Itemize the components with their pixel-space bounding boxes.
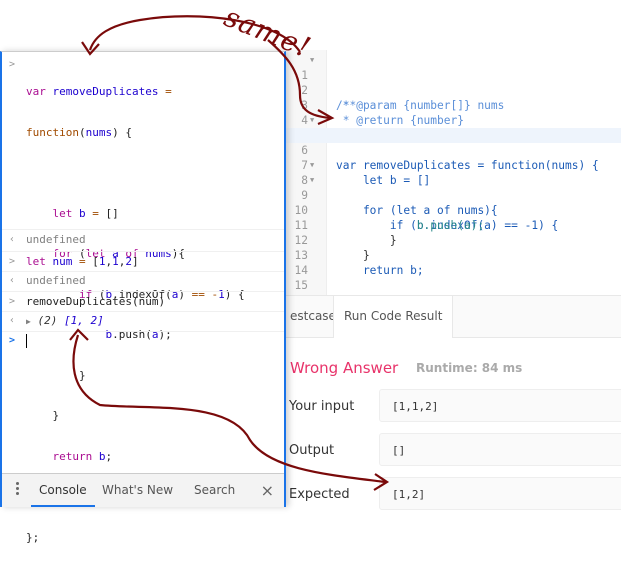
more-options-icon[interactable] — [16, 482, 19, 497]
code-editor[interactable]: 1 ▼ /** 2 * @param {number[]} nums 3 * @… — [286, 50, 621, 307]
expected-label: Expected — [289, 487, 350, 502]
console-output-entry: ‹ undefined — [2, 271, 284, 292]
editor-line: 15 }; — [286, 263, 621, 307]
input-prompt-icon: > — [9, 256, 16, 267]
editor-line: 7 let b = [] — [286, 143, 621, 187]
verdict-label: Wrong Answer — [290, 359, 399, 377]
devtools-drawer: Console What's New Search × — [2, 473, 284, 507]
output-value: [] — [379, 433, 621, 466]
console-output: undefined — [26, 274, 86, 287]
array-value: [1, 2] — [63, 314, 104, 327]
output-prompt-icon: ‹ — [9, 234, 16, 245]
input-prompt-icon: > — [9, 296, 16, 307]
expand-triangle-icon[interactable]: ▶ — [26, 317, 31, 326]
console-output-entry: ‹ undefined — [2, 229, 284, 252]
devtools-console[interactable]: > var removeDuplicates = function(nums) … — [0, 51, 286, 544]
result-panel: estcase Run Code Result Wrong Answer Run… — [286, 295, 621, 510]
text-caret — [26, 334, 27, 348]
console-code: let num = [1,1,2] — [26, 255, 139, 268]
input-prompt-icon: > — [9, 59, 16, 70]
drawer-tab-whats-new[interactable]: What's New — [102, 474, 173, 507]
output-prompt-icon: ‹ — [9, 275, 16, 286]
array-result[interactable]: ▶ (2) [1, 2] — [26, 314, 104, 329]
fold-arrow-icon[interactable]: ▼ — [310, 53, 314, 68]
editor-line: 5 ▼ var removeDuplicates = function(nums… — [286, 113, 621, 172]
editor-line: 14 — [286, 248, 621, 277]
editor-line: 3 * @return {number} — [286, 83, 621, 127]
array-length: (2) — [37, 314, 58, 327]
console-output-entry[interactable]: ‹ ▶ (2) [1, 2] — [2, 311, 284, 332]
console-input-entry: > var removeDuplicates = function(nums) … — [2, 58, 284, 544]
console-input-entry: > let num = [1,1,2] — [2, 251, 284, 272]
editor-line: 4 */ — [286, 98, 621, 142]
line-number: 15 — [294, 279, 308, 292]
editor-line: 9 ▼ if (b.indexOf(a) == -1) { — [286, 173, 621, 232]
console-prompt-line[interactable]: > — [2, 331, 284, 351]
your-input-value: [1,1,2] — [379, 389, 621, 422]
tab-run-code-result[interactable]: Run Code Result — [333, 296, 454, 338]
editor-line: 1 ▼ /** — [286, 53, 621, 112]
editor-line: 11 } — [286, 203, 621, 247]
output-label: Output — [289, 443, 335, 458]
result-tabbar: estcase Run Code Result — [286, 295, 621, 338]
drawer-tab-search[interactable]: Search — [194, 474, 235, 507]
editor-line: 13 return b; — [286, 233, 621, 277]
drawer-tab-console[interactable]: Console — [31, 474, 95, 507]
editor-line: 2 * @param {number[]} nums — [286, 68, 621, 112]
editor-line: 8 ▼ for (let a of nums){ — [286, 158, 621, 217]
your-input-label: Your input — [289, 399, 355, 414]
console-code: removeDuplicates(num) — [26, 295, 166, 308]
editor-line: 12 } — [286, 218, 621, 262]
active-prompt-icon: > — [9, 335, 16, 346]
editor-line: 10 b.push(a); — [286, 188, 621, 232]
fold-arrow-icon[interactable]: ▼ — [310, 173, 314, 188]
fold-arrow-icon[interactable]: ▼ — [310, 113, 314, 128]
editor-line-active: 6 — [286, 128, 621, 157]
fold-arrow-icon[interactable]: ▼ — [310, 158, 314, 173]
runtime-label: Runtime: 84 ms — [416, 361, 523, 375]
expected-value: [1,2] — [379, 477, 621, 510]
console-output: undefined — [26, 233, 86, 246]
console-input-entry: > removeDuplicates(num) — [2, 291, 284, 312]
output-prompt-icon: ‹ — [9, 315, 16, 326]
close-icon[interactable]: × — [261, 474, 274, 507]
